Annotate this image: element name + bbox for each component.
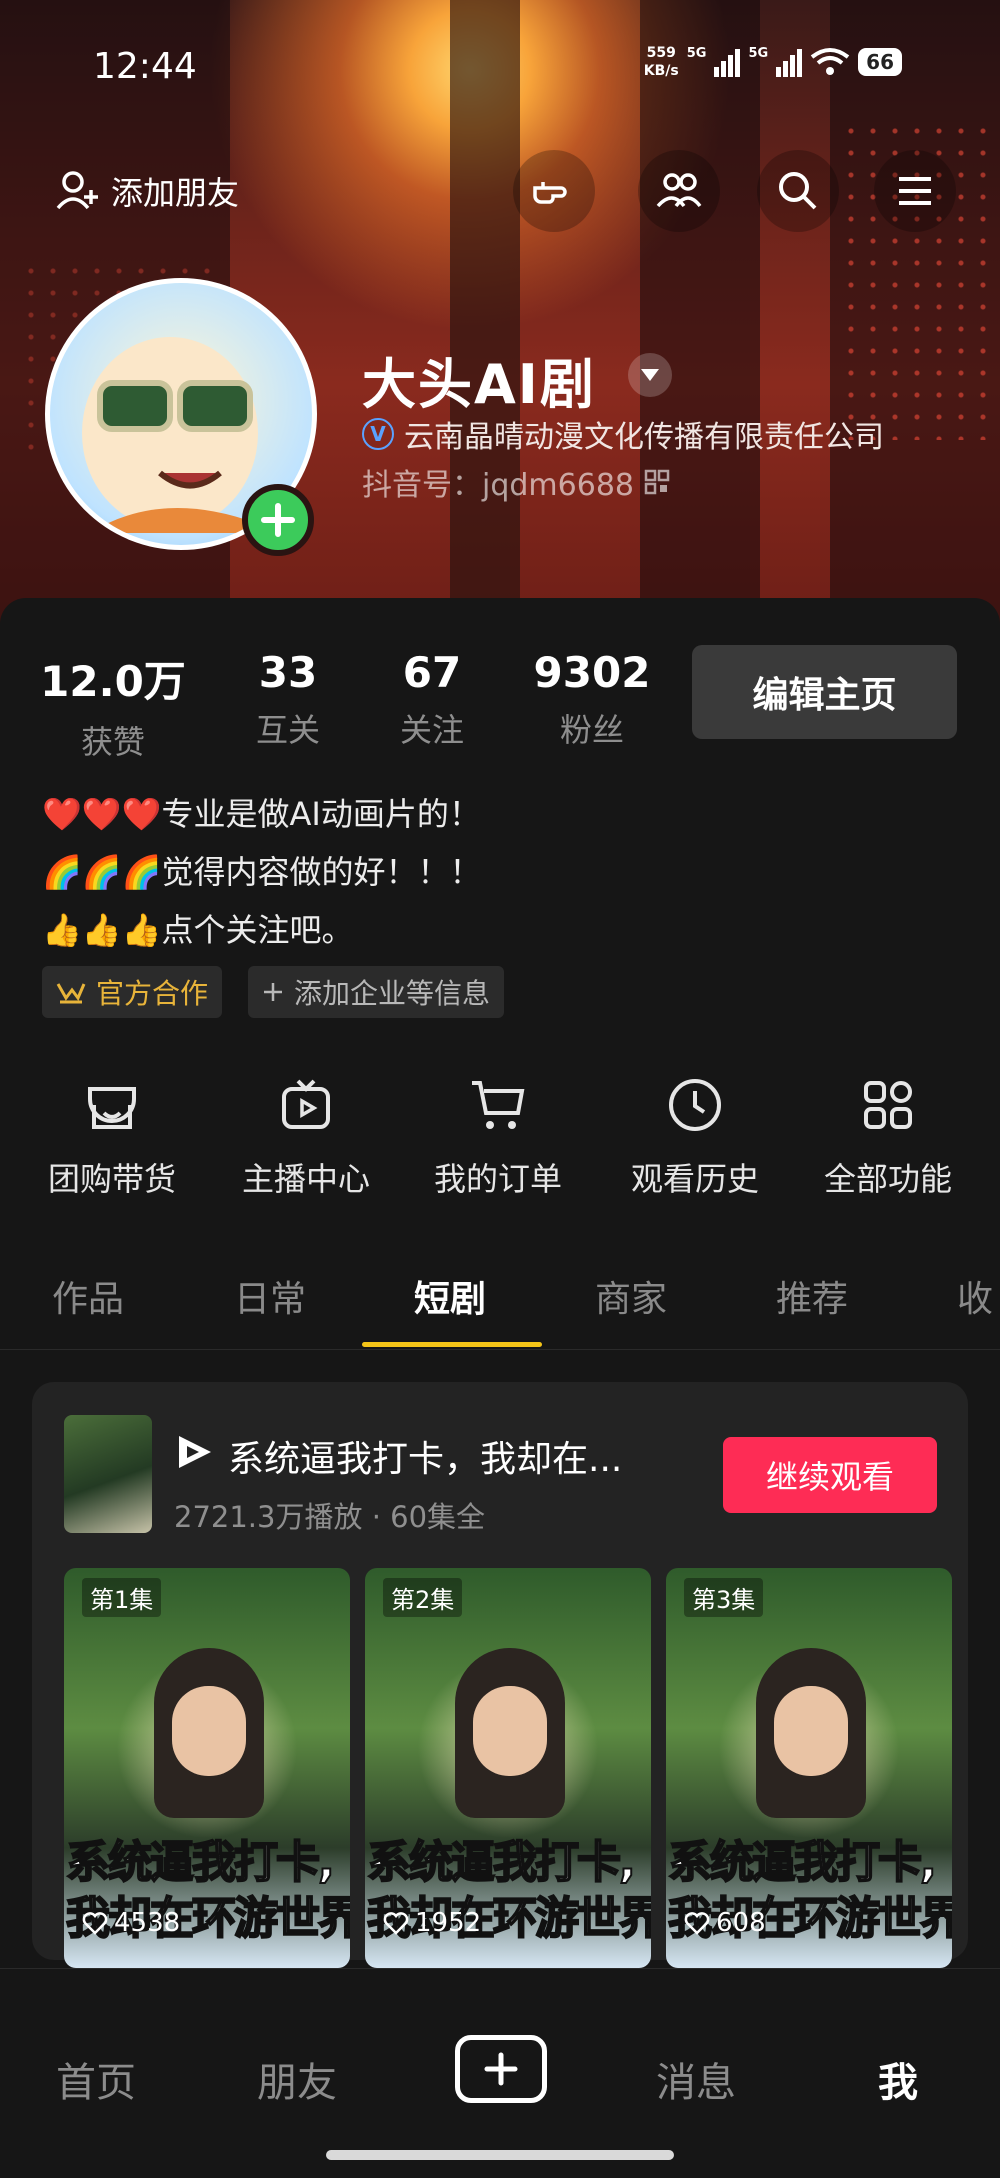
add-friend-button[interactable]: 添加朋友	[55, 150, 295, 232]
add-avatar-button[interactable]	[242, 484, 314, 556]
func-my-orders[interactable]: 我的订单	[408, 1070, 588, 1200]
verified-org-name: 云南晶晴动漫文化传播有限责任公司	[404, 420, 884, 455]
edit-profile-button[interactable]: 编辑主页	[692, 645, 957, 739]
hand-point-button[interactable]	[513, 150, 595, 232]
episode-likes: 1952	[383, 1908, 481, 1938]
episode-label: 第1集	[82, 1578, 162, 1617]
nav-friends[interactable]: 朋友	[257, 2050, 337, 2108]
drama-cover-thumbnail[interactable]	[64, 1415, 152, 1533]
official-cooperation-tag[interactable]: 官方合作	[42, 966, 223, 1018]
cart-icon	[472, 1081, 525, 1129]
menu-icon	[899, 177, 931, 205]
plus-icon	[264, 983, 282, 1001]
tab-favorites[interactable]: 收	[957, 1270, 993, 1322]
profile-nickname: 大头AI剧	[362, 353, 596, 416]
func-group-buy[interactable]: 团购带货	[22, 1070, 202, 1200]
create-post-button[interactable]	[455, 2035, 547, 2103]
douyin-id[interactable]: 抖音号：jqdm6688	[362, 460, 670, 504]
func-all-features[interactable]: 全部功能	[798, 1070, 978, 1200]
verified-badge-icon: V	[362, 418, 394, 450]
episode-label: 第3集	[684, 1578, 764, 1617]
nickname-dropdown-button[interactable]	[628, 353, 672, 397]
episode-card-2[interactable]: 第2集 系统逼我打卡, 我却在环游世界 1952	[365, 1568, 651, 1968]
tab-recommend[interactable]: 推荐	[776, 1270, 848, 1322]
search-button[interactable]	[757, 150, 839, 232]
func-streamer-center[interactable]: 主播中心	[216, 1070, 396, 1200]
stat-likes[interactable]: 12.0万 获赞	[38, 648, 188, 763]
add-user-icon	[56, 171, 98, 210]
profile-bio: ❤️❤️❤️专业是做AI动画片的！ 🌈🌈🌈觉得内容做的好！！！ 👍👍👍点个关注吧…	[42, 795, 482, 949]
net-speed: 559 KB/s	[643, 45, 679, 79]
nav-home[interactable]: 首页	[56, 2050, 136, 2108]
stat-following[interactable]: 67 关注	[372, 648, 492, 751]
status-bar: 12:44 559 KB/s 5G 5G 66	[0, 0, 1000, 130]
drama-meta: 2721.3万播放 · 60集全	[174, 1500, 486, 1534]
tab-daily[interactable]: 日常	[234, 1270, 306, 1322]
signal-icon	[776, 47, 803, 77]
heart-icon	[82, 1912, 108, 1935]
add-friend-label: 添加朋友	[111, 174, 240, 212]
tab-works[interactable]: 作品	[52, 1270, 124, 1322]
tab-short-drama[interactable]: 短剧	[414, 1270, 486, 1322]
home-indicator	[326, 2150, 674, 2160]
stat-mutual[interactable]: 33 互关	[228, 648, 348, 751]
plus-icon	[261, 503, 295, 537]
friends-icon	[656, 173, 702, 208]
menu-button[interactable]	[874, 150, 956, 232]
tabs-divider	[0, 1349, 1000, 1350]
clock-icon	[669, 1079, 721, 1131]
caret-down-icon	[641, 369, 659, 381]
plus-icon	[484, 2052, 518, 2086]
tab-merchant[interactable]: 商家	[595, 1270, 667, 1322]
drama-title[interactable]: 系统逼我打卡，我却在...	[228, 1430, 622, 1482]
qr-code-icon	[644, 469, 670, 495]
content-tabs: 作品 日常 短剧 商家 推荐 收	[0, 1270, 1000, 1350]
grid-icon	[864, 1081, 912, 1129]
heart-icon	[684, 1912, 710, 1935]
nav-me[interactable]: 我	[878, 2050, 918, 2108]
status-time: 12:44	[93, 46, 197, 87]
wifi-icon	[810, 48, 850, 75]
episode-card-1[interactable]: 第1集 系统逼我打卡, 我却在环游世界 4538	[64, 1568, 350, 1968]
nav-messages[interactable]: 消息	[656, 2050, 736, 2108]
battery-indicator: 66	[858, 48, 902, 76]
episode-label: 第2集	[383, 1578, 463, 1617]
episode-likes: 608	[684, 1908, 766, 1938]
signal-icon	[714, 47, 741, 77]
continue-watching-button[interactable]: 继续观看	[723, 1437, 937, 1513]
active-tab-indicator	[362, 1342, 542, 1347]
friends-button[interactable]	[638, 150, 720, 232]
drama-play-logo-icon	[179, 1436, 211, 1468]
stat-followers[interactable]: 9302 粉丝	[522, 648, 662, 751]
episode-card-3[interactable]: 第3集 系统逼我打卡, 我却在环游世界 608	[666, 1568, 952, 1968]
func-watch-history[interactable]: 观看历史	[605, 1070, 785, 1200]
status-icons: 559 KB/s 5G 5G 66	[644, 44, 902, 80]
verified-org: V 云南晶晴动漫文化传播有限责任公司	[362, 412, 884, 456]
handshake-icon	[56, 983, 86, 1004]
hand-point-icon	[533, 182, 567, 204]
search-icon	[779, 172, 817, 210]
tv-play-icon	[282, 1079, 330, 1129]
episode-likes: 4538	[82, 1908, 180, 1938]
shop-icon	[88, 1087, 136, 1129]
heart-icon	[383, 1912, 409, 1935]
add-enterprise-info-tag[interactable]: 添加企业等信息	[248, 966, 505, 1018]
